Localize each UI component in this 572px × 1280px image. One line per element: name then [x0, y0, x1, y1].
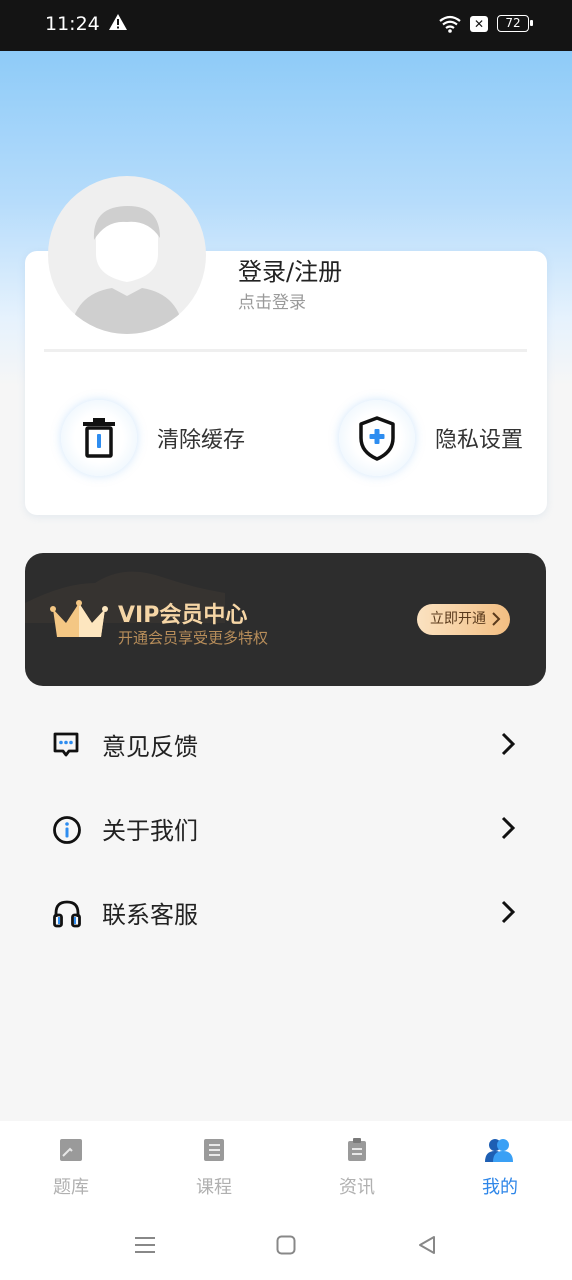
chevron-right-icon	[501, 732, 516, 756]
tab-courses[interactable]: 课程	[184, 1137, 244, 1199]
menu-icon[interactable]	[134, 1235, 156, 1255]
clear-cache-button[interactable]: 清除缓存	[61, 400, 245, 476]
chevron-right-icon	[501, 900, 516, 924]
battery-icon: 72	[497, 15, 533, 32]
chevron-right-icon	[501, 816, 516, 840]
system-navigation-bar	[0, 1211, 572, 1280]
info-icon	[53, 816, 81, 844]
tab-question-bank[interactable]: 题库	[41, 1137, 101, 1199]
home-icon[interactable]	[276, 1235, 296, 1255]
tab-label: 我的	[482, 1177, 518, 1198]
warning-icon	[108, 13, 128, 35]
headset-icon	[53, 900, 81, 928]
tab-label: 资讯	[339, 1177, 375, 1198]
bottom-tab-bar: 题库 课程 资讯 我的	[0, 1121, 572, 1211]
menu-item-label: 关于我们	[102, 817, 198, 845]
vip-subtitle: 开通会员享受更多特权	[118, 629, 269, 647]
question-bank-icon	[60, 1139, 82, 1161]
privacy-settings-button[interactable]: 隐私设置	[339, 400, 523, 476]
menu-item-label: 意见反馈	[102, 733, 198, 761]
news-icon	[348, 1138, 366, 1161]
divider	[44, 349, 527, 352]
trash-icon	[61, 400, 137, 476]
status-bar: 11:24 ✕ 72	[0, 0, 572, 51]
menu-item-feedback[interactable]: 意见反馈	[0, 714, 572, 774]
chevron-right-icon	[492, 612, 501, 626]
status-time: 11:24	[45, 13, 100, 35]
vip-open-label: 立即开通	[430, 611, 486, 627]
back-icon[interactable]	[417, 1235, 437, 1255]
login-subtitle[interactable]: 点击登录	[238, 288, 306, 313]
vip-banner[interactable]: VIP会员中心 开通会员享受更多特权 立即开通	[25, 553, 546, 686]
clear-cache-label: 清除缓存	[157, 428, 246, 453]
menu-item-label: 联系客服	[102, 901, 198, 929]
tab-mine[interactable]: 我的	[470, 1137, 530, 1199]
profile-icon	[485, 1139, 513, 1162]
tab-label: 课程	[196, 1177, 232, 1198]
sim-off-icon: ✕	[470, 16, 488, 32]
tab-news[interactable]: 资讯	[327, 1137, 387, 1199]
wifi-icon	[438, 14, 462, 38]
course-icon	[204, 1139, 224, 1161]
shield-icon	[339, 400, 415, 476]
tab-label: 题库	[53, 1177, 89, 1198]
vip-title: VIP会员中心	[118, 603, 248, 628]
menu-item-customer-service[interactable]: 联系客服	[0, 882, 572, 942]
login-title[interactable]: 登录/注册	[238, 252, 342, 287]
avatar[interactable]	[48, 176, 206, 334]
crown-icon	[50, 600, 108, 637]
privacy-settings-label: 隐私设置	[435, 428, 524, 453]
menu-item-about[interactable]: 关于我们	[0, 798, 572, 858]
feedback-icon	[53, 732, 79, 757]
vip-open-button[interactable]: 立即开通	[417, 604, 510, 635]
